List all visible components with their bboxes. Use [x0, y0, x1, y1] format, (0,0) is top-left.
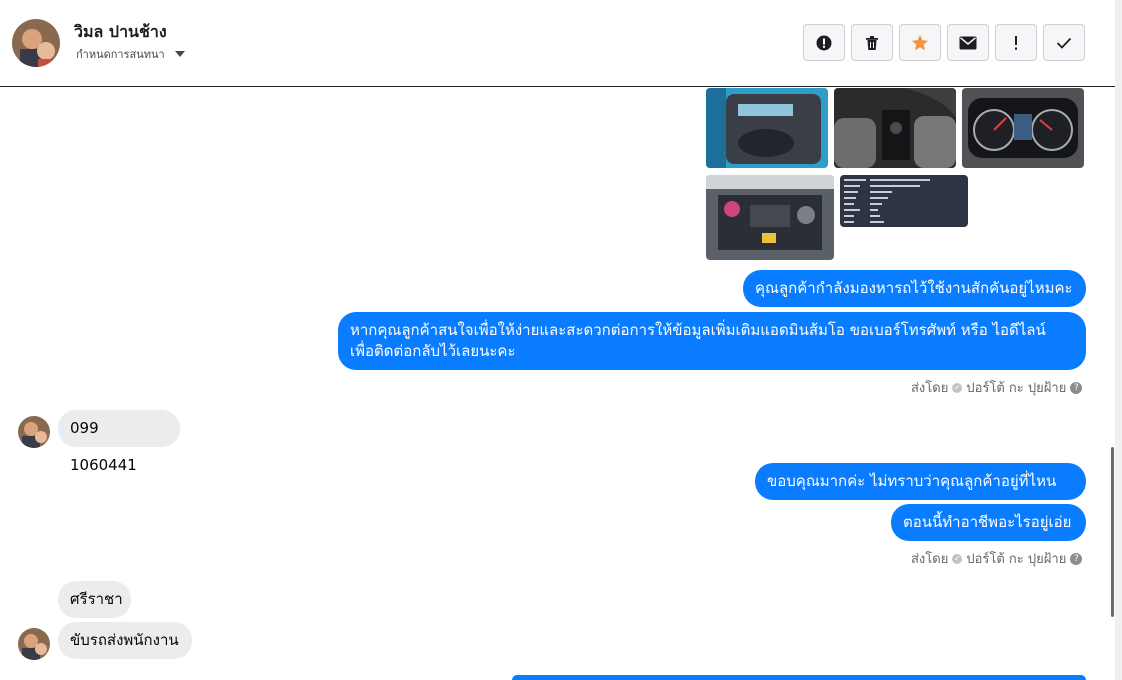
- mark-done-button[interactable]: [1043, 24, 1085, 61]
- verified-icon: ✓: [952, 553, 963, 564]
- sent-by-text: ส่งโดย: [911, 381, 949, 396]
- sent-by-label: ส่งโดย ✓ ปอร์โต้ กะ ปุยฝ้าย ?: [911, 548, 1083, 569]
- stage-label: กำหนดการสนทนา: [76, 48, 165, 61]
- help-icon[interactable]: ?: [1070, 552, 1083, 565]
- sent-by-label: ส่งโดย ✓ ปอร์โต้ กะ ปุยฝ้าย ?: [911, 377, 1083, 398]
- message-text: 099 1060441: [70, 419, 137, 474]
- exclamation-icon: [1015, 35, 1017, 50]
- incoming-message: ศรีราชา: [58, 581, 131, 618]
- outgoing-message: คุณลูกค้ากำลังมองหารถไว้ใช้งานสักคันอยู่…: [743, 270, 1086, 307]
- car-door-photo[interactable]: [706, 88, 828, 168]
- help-icon[interactable]: ?: [1070, 381, 1083, 394]
- verified-icon: ✓: [952, 382, 963, 393]
- mark-important-button[interactable]: [995, 24, 1037, 61]
- outgoing-message: หากคุณลูกค้าสนใจเพื่อให้ง่ายและสะดวกต่อก…: [338, 312, 1086, 370]
- car-engine-photo[interactable]: [706, 175, 834, 260]
- car-console-photo[interactable]: [834, 88, 956, 168]
- scrollbar-thumb[interactable]: [1111, 447, 1114, 617]
- message-text-line: หากคุณลูกค้าสนใจเพื่อให้ง่ายและสะดวกต่อก…: [350, 321, 1046, 339]
- car-spec-card-photo[interactable]: [840, 175, 968, 227]
- conversation-header: วิมล ปานช้าง กำหนดการสนทนา: [0, 0, 1115, 87]
- trash-icon: [866, 35, 878, 50]
- caret-down-icon: [174, 51, 185, 57]
- outgoing-message: ขอบคุณมากค่ะ ไม่ทราบว่าคุณลูกค้าอยู่ที่ไ…: [755, 463, 1086, 527]
- outgoing-message: [512, 675, 1086, 680]
- avatar: [18, 416, 50, 448]
- star-icon: [912, 34, 928, 50]
- car-dashboard-photo[interactable]: [962, 88, 1084, 168]
- mark-unread-button[interactable]: [947, 24, 989, 61]
- message-text: ศรีราชา: [70, 590, 123, 608]
- report-button[interactable]: [803, 24, 845, 61]
- message-text: คุณลูกค้ากำลังมองหารถไว้ใช้งานสักคันอยู่…: [755, 279, 1073, 297]
- check-icon: [1056, 37, 1072, 49]
- message-text: ตอนนี้ทำอาชีพอะไรอยู่เอ่ย: [903, 513, 1072, 531]
- delete-button[interactable]: [851, 24, 893, 61]
- avatar: [18, 628, 50, 660]
- incoming-message: 099 1060441: [58, 410, 180, 474]
- envelope-icon: [959, 36, 977, 49]
- sent-by-text: ส่งโดย: [911, 552, 949, 567]
- star-button[interactable]: [899, 24, 941, 61]
- scrollbar-track[interactable]: [1115, 0, 1122, 680]
- outgoing-message: ตอนนี้ทำอาชีพอะไรอยู่เอ่ย: [891, 504, 1086, 541]
- contact-name: วิมล ปานช้าง: [74, 22, 167, 41]
- header-actions: [803, 24, 1085, 61]
- message-text: ขับรถส่งพนักงาน: [70, 631, 179, 649]
- alert-circle-icon: [816, 35, 832, 50]
- incoming-message: ขับรถส่งพนักงาน: [58, 622, 192, 659]
- sender-name: ปอร์โต้ กะ ปุยฝ้าย: [966, 552, 1067, 567]
- message-text-line: เพื่อติดต่อกลับไว้เลยนะคะ: [350, 342, 516, 360]
- conversation-stage-dropdown[interactable]: กำหนดการสนทนา: [76, 45, 185, 63]
- avatar[interactable]: [12, 19, 60, 67]
- sender-name: ปอร์โต้ กะ ปุยฝ้าย: [966, 381, 1067, 396]
